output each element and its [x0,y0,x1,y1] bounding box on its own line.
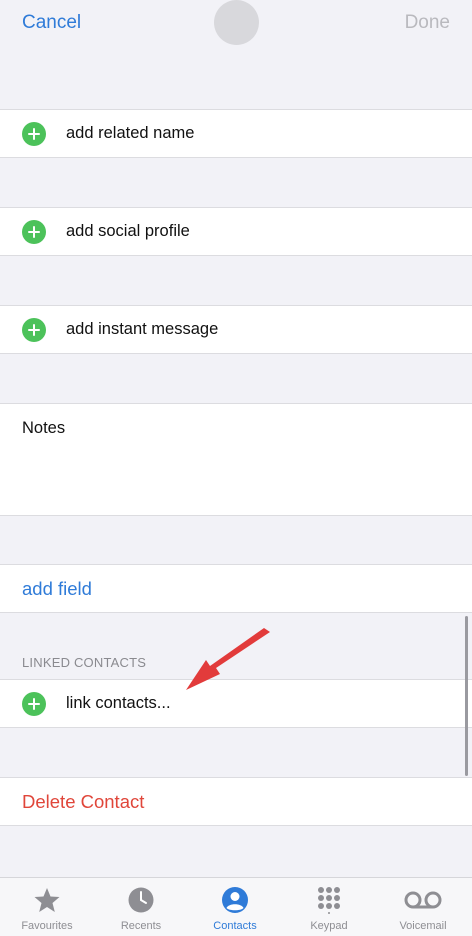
star-icon [34,888,60,912]
tab-favourites-label: Favourites [21,920,73,932]
tab-bar: Favourites Recents Contacts Keypad Voice… [0,877,472,936]
add-plus-icon[interactable] [22,318,46,342]
link-contacts-label: link contacts... [66,694,171,712]
done-button[interactable]: Done [405,12,450,34]
tab-voicemail[interactable]: Voicemail [376,878,470,936]
voicemail-icon [404,891,442,909]
tab-voicemail-label: Voicemail [399,920,447,932]
clock-icon [128,887,154,913]
add-plus-icon[interactable] [22,122,46,146]
add-field-row[interactable]: add field [0,564,472,613]
contact-photo-placeholder[interactable] [214,0,259,45]
cancel-button[interactable]: Cancel [22,12,81,34]
add-social-profile-row[interactable]: add social profile [0,207,472,256]
linked-contacts-header: LINKED CONTACTS [22,655,147,670]
tab-keypad[interactable]: Keypad [282,878,376,936]
navigation-bar: Cancel Done [0,0,472,48]
notes-field[interactable]: Notes [0,403,472,516]
add-related-name-label: add related name [66,124,195,142]
add-social-profile-label: add social profile [66,222,190,240]
add-instant-message-label: add instant message [66,320,219,338]
tab-contacts-label: Contacts [213,920,257,932]
add-plus-icon[interactable] [22,692,46,716]
keypad-icon [318,887,340,914]
delete-contact-label: Delete Contact [22,791,145,812]
annotation-arrow-icon [186,628,270,690]
delete-contact-row[interactable]: Delete Contact [0,777,472,826]
add-field-label: add field [22,578,92,599]
notes-label: Notes [22,419,66,437]
add-plus-icon[interactable] [22,220,46,244]
person-circle-icon [222,887,248,913]
tab-contacts[interactable]: Contacts [188,878,282,936]
tab-favourites[interactable]: Favourites [0,878,94,936]
tab-keypad-label: Keypad [310,920,348,932]
add-instant-message-row[interactable]: add instant message [0,305,472,354]
tab-recents-label: Recents [120,920,162,932]
add-related-name-row[interactable]: add related name [0,109,472,158]
tab-recents[interactable]: Recents [94,878,188,936]
scroll-indicator [465,616,468,776]
